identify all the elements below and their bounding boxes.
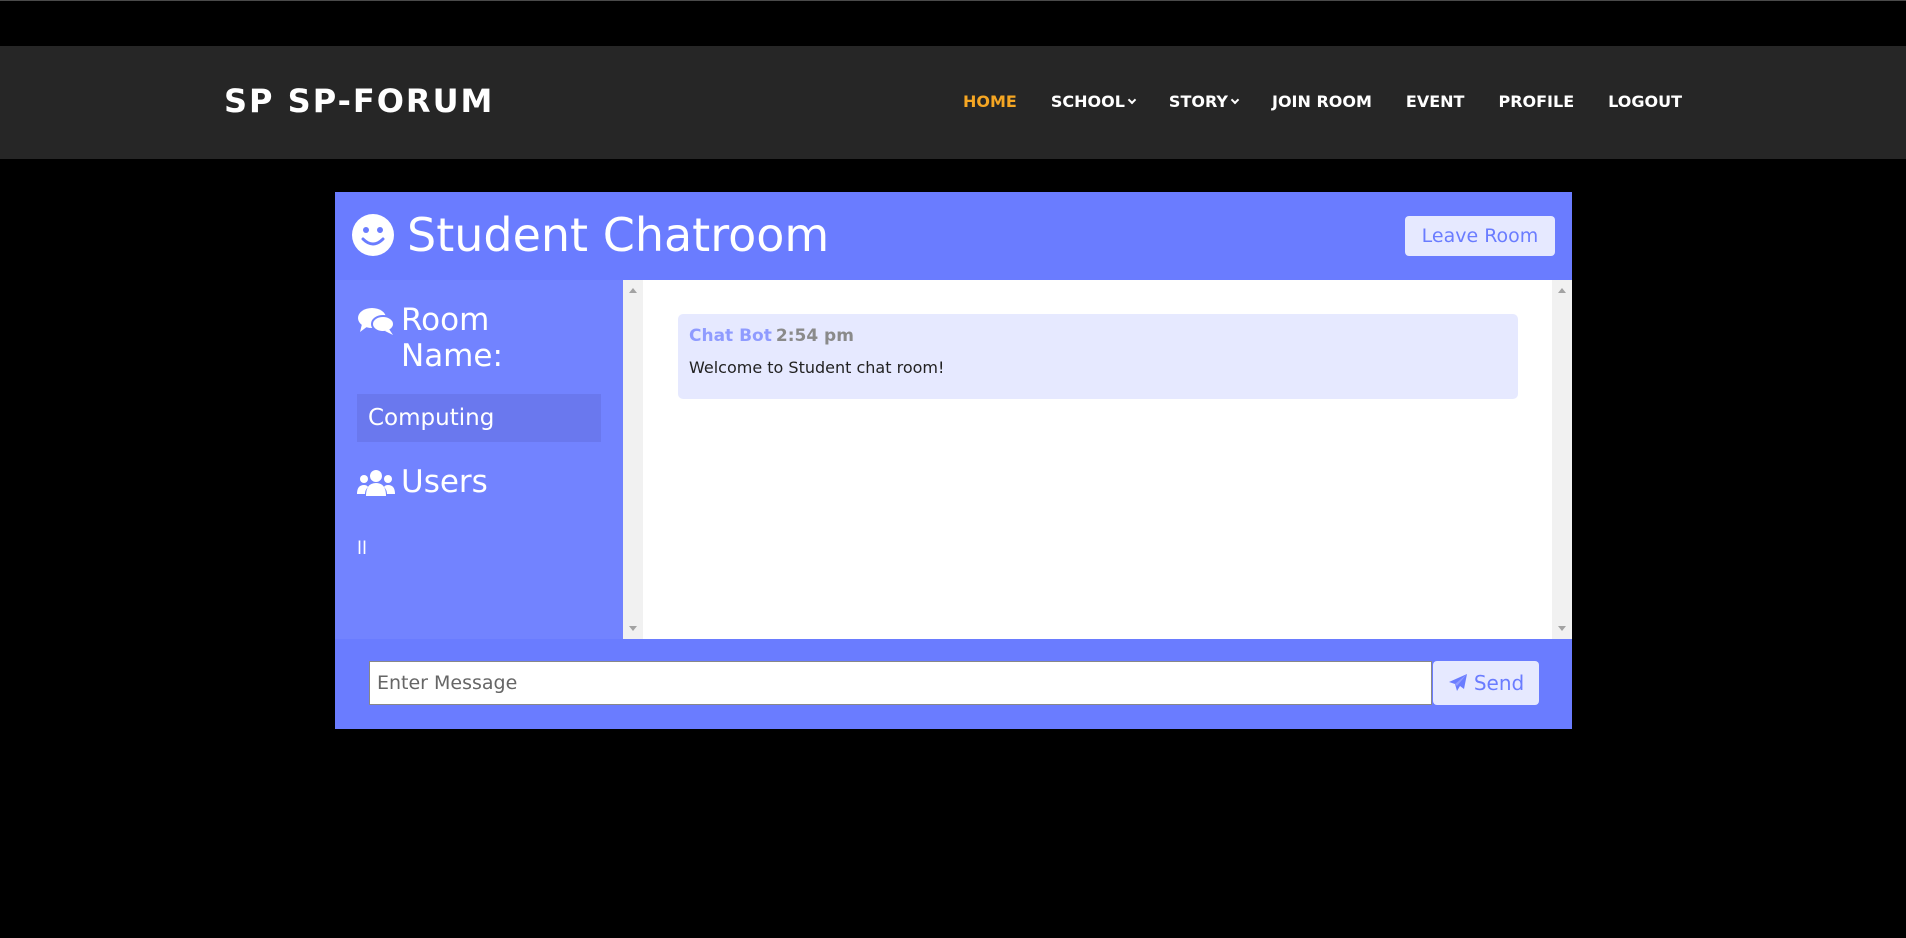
room-name-heading-text: Room Name: bbox=[401, 302, 503, 374]
room-name-value: Computing bbox=[357, 394, 601, 442]
room-name-heading: Room Name: bbox=[357, 302, 601, 374]
send-button-label: Send bbox=[1473, 671, 1525, 695]
comments-icon bbox=[358, 308, 395, 335]
users-heading: Users bbox=[357, 464, 601, 500]
smile-icon bbox=[352, 214, 394, 256]
nav-join-room-label: JOIN ROOM bbox=[1272, 92, 1372, 111]
scroll-up-icon[interactable] bbox=[629, 288, 637, 293]
nav-home[interactable]: HOME bbox=[963, 92, 1017, 111]
message-text: Welcome to Student chat room! bbox=[689, 358, 945, 377]
nav-school[interactable]: SCHOOL bbox=[1050, 92, 1137, 111]
users-list: ll bbox=[357, 538, 368, 559]
send-button[interactable]: Send bbox=[1433, 661, 1539, 705]
users-icon bbox=[357, 470, 395, 496]
chat-footer: Send bbox=[335, 639, 1572, 729]
brand-logo[interactable]: SP SP-FORUM bbox=[224, 82, 494, 120]
paper-plane-icon bbox=[1448, 674, 1467, 691]
scroll-down-icon[interactable] bbox=[1558, 626, 1566, 631]
nav-profile-label: PROFILE bbox=[1498, 92, 1575, 111]
users-heading-text: Users bbox=[401, 464, 488, 500]
navbar: SP SP-FORUM HOME SCHOOL STORY JOIN ROOM … bbox=[0, 46, 1906, 159]
top-border bbox=[0, 0, 1906, 1]
nav-event-label: EVENT bbox=[1405, 92, 1465, 111]
nav-profile[interactable]: PROFILE bbox=[1498, 92, 1574, 111]
chat-header: Student Chatroom Leave Room bbox=[335, 192, 1572, 280]
nav-school-label: SCHOOL bbox=[1050, 92, 1125, 111]
nav-join-room[interactable]: JOIN ROOM bbox=[1272, 92, 1372, 111]
chat-sidebar: Room Name: Computing Users ll bbox=[335, 280, 623, 639]
nav-event[interactable]: EVENT bbox=[1406, 92, 1465, 111]
message-meta: Chat Bot 2:54 pm bbox=[689, 326, 1507, 346]
chat-title: Student Chatroom bbox=[351, 208, 829, 262]
nav-story[interactable]: STORY bbox=[1168, 92, 1240, 111]
chevron-down-icon bbox=[1230, 95, 1240, 104]
message-item: Chat Bot 2:54 pm Welcome to Student chat … bbox=[678, 314, 1518, 399]
nav-logout-label: LOGOUT bbox=[1608, 92, 1682, 111]
messages-panel: Chat Bot 2:54 pm Welcome to Student chat … bbox=[623, 280, 1572, 639]
message-input[interactable] bbox=[369, 661, 1432, 705]
chat-title-text: Student Chatroom bbox=[407, 208, 830, 262]
message-time: 2:54 pm bbox=[775, 326, 854, 346]
chevron-down-icon bbox=[1127, 95, 1137, 104]
scrollbar-left[interactable] bbox=[623, 280, 643, 639]
leave-room-button[interactable]: Leave Room bbox=[1405, 216, 1555, 256]
nav-logout[interactable]: LOGOUT bbox=[1608, 92, 1682, 111]
nav-story-label: STORY bbox=[1168, 92, 1228, 111]
chat-container: Student Chatroom Leave Room Room Name: C… bbox=[335, 192, 1572, 729]
nav-home-label: HOME bbox=[963, 92, 1017, 111]
scroll-down-icon[interactable] bbox=[629, 626, 637, 631]
main-nav: HOME SCHOOL STORY JOIN ROOM EVENT PROFIL… bbox=[929, 92, 1682, 111]
scrollbar-right[interactable] bbox=[1552, 280, 1572, 639]
message-author: Chat Bot bbox=[689, 326, 772, 346]
scroll-up-icon[interactable] bbox=[1558, 288, 1566, 293]
